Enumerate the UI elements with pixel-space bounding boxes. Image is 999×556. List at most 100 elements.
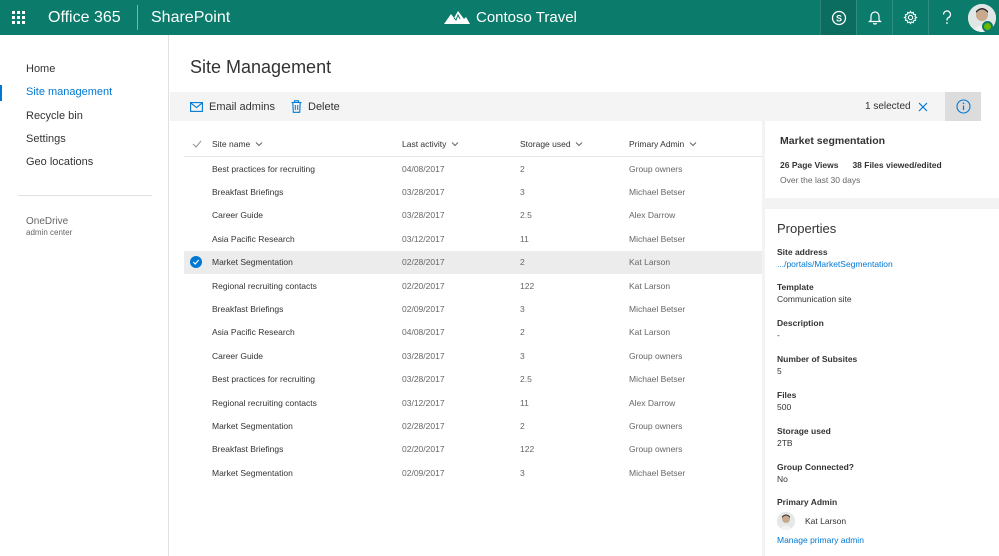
bell-icon — [867, 11, 882, 25]
storage-used-cell: 3 — [520, 186, 525, 197]
notifications-button[interactable] — [856, 0, 892, 35]
onedrive-admin-link[interactable]: OneDrive — [26, 216, 68, 227]
primary-admin-cell: Kat Larson — [629, 327, 671, 338]
nav-item-geo-locations[interactable]: Geo locations — [26, 156, 93, 168]
chevron-down-icon — [689, 142, 696, 147]
table-row[interactable]: Asia Pacific Research 04/08/2017 2 Kat Lars… — [184, 321, 762, 344]
storage-used-cell: 122 — [520, 444, 535, 455]
table-row[interactable]: Career Guide 03/28/2017 3 Group owners — [184, 345, 762, 368]
column-header-primary-admin[interactable]: Primary Admin — [629, 139, 697, 149]
site-name-cell[interactable]: Best practices for recruiting — [212, 374, 315, 384]
last-activity-cell: 04/08/2017 — [402, 163, 445, 174]
onedrive-admin-subtitle: admin center — [26, 228, 73, 237]
clear-selection-button[interactable] — [917, 100, 929, 112]
nav-item-site-management[interactable]: Site management — [26, 86, 112, 98]
primary-admin-cell: Alex Darrow — [629, 397, 676, 408]
column-header-storage-used[interactable]: Storage used — [520, 139, 583, 149]
site-brand[interactable]: Contoso Travel — [444, 0, 577, 35]
site-name-cell[interactable]: Market Segmentation — [212, 257, 293, 267]
table-row[interactable]: Asia Pacific Research 03/12/2017 11 Michael… — [184, 228, 762, 251]
property-label: Description — [777, 318, 824, 328]
row-selected-check-icon[interactable] — [190, 256, 202, 269]
site-name-cell[interactable]: Best practices for recruiting — [212, 164, 315, 174]
storage-used-cell: 2 — [520, 420, 525, 431]
property-label: Number of Subsites — [777, 354, 858, 364]
account-button[interactable] — [964, 0, 999, 35]
primary-admin-cell: Michael Betser — [629, 467, 686, 478]
primary-admin-cell: Alex Darrow — [629, 210, 676, 221]
table-row[interactable]: Regional recruiting contacts 02/20/2017 12… — [184, 275, 762, 298]
delete-button[interactable]: Delete — [291, 92, 340, 121]
last-activity-cell: 03/28/2017 — [402, 350, 445, 361]
property-value: 500 — [777, 402, 792, 412]
site-address-link[interactable]: .../portals/MarketSegmentation — [777, 259, 893, 269]
skype-button[interactable]: S — [820, 0, 856, 35]
email-admins-button[interactable]: Email admins — [190, 92, 275, 121]
column-header-last-activity[interactable]: Last activity — [402, 139, 459, 149]
svg-text:S: S — [835, 13, 841, 23]
primary-admin-cell: Group owners — [629, 350, 683, 361]
column-header-site-name[interactable]: Site name — [212, 139, 263, 149]
question-mark-icon — [942, 10, 951, 24]
table-row[interactable]: Regional recruiting contacts 03/12/2017 11… — [184, 392, 762, 415]
site-name-cell[interactable]: Career Guide — [212, 351, 263, 361]
storage-used-cell: 2 — [520, 327, 525, 338]
column-label: Primary Admin — [629, 139, 685, 149]
table-row[interactable]: Breakfast Briefings 03/28/2017 3 Michael Be… — [184, 181, 762, 204]
site-name-cell[interactable]: Regional recruiting contacts — [212, 281, 317, 291]
storage-used-cell: 11 — [520, 397, 529, 408]
site-name-cell[interactable]: Career Guide — [212, 210, 263, 220]
table-row[interactable]: Career Guide 03/28/2017 2.5 Alex Darrow — [184, 204, 762, 227]
site-name-cell[interactable]: Market Segmentation — [212, 468, 293, 478]
files-viewed-stat: 38 Files viewed/edited — [852, 160, 942, 170]
chevron-down-icon — [255, 142, 263, 147]
nav-item-settings[interactable]: Settings — [26, 133, 66, 145]
column-label: Last activity — [402, 139, 447, 149]
storage-used-cell: 2 — [520, 163, 525, 174]
gear-icon — [903, 10, 918, 25]
settings-button[interactable] — [892, 0, 928, 35]
close-icon — [918, 102, 928, 112]
last-activity-cell: 02/20/2017 — [402, 280, 445, 291]
site-name-cell[interactable]: Breakfast Briefings — [212, 187, 283, 197]
primary-admin-cell: Michael Betser — [629, 233, 686, 244]
storage-used-cell: 2 — [520, 257, 525, 268]
table-row[interactable]: Breakfast Briefings 02/20/2017 122 Group ow… — [184, 438, 762, 461]
sharepoint-app-name[interactable]: SharePoint — [151, 0, 230, 35]
table-row[interactable]: Market Segmentation 02/28/2017 2 Group owne… — [184, 415, 762, 438]
help-button[interactable] — [928, 0, 964, 35]
primary-admin-cell: Group owners — [629, 163, 683, 174]
site-name-cell[interactable]: Breakfast Briefings — [212, 304, 283, 314]
office-365-brand[interactable]: Office 365 — [48, 0, 121, 35]
details-site-title: Market segmentation — [780, 135, 886, 147]
stats-period: Over the last 30 days — [780, 175, 861, 185]
nav-item-recycle-bin[interactable]: Recycle bin — [26, 110, 83, 122]
site-name-cell[interactable]: Regional recruiting contacts — [212, 398, 317, 408]
table-row[interactable]: Breakfast Briefings 02/09/2017 3 Michael Be… — [184, 298, 762, 321]
table-row[interactable]: Best practices for recruiting 04/08/2017 2… — [184, 158, 762, 181]
chevron-down-icon — [575, 142, 583, 147]
table-row[interactable]: Market Segmentation 02/28/2017 2 Kat Larson — [184, 251, 762, 275]
app-launcher-button[interactable] — [0, 0, 36, 35]
site-name-cell[interactable]: Asia Pacific Research — [212, 327, 295, 337]
nav-divider — [18, 195, 152, 196]
primary-admin-cell: Group owners — [629, 420, 683, 431]
property-label: Group Connected? — [777, 462, 854, 472]
storage-used-cell: 2.5 — [520, 210, 532, 221]
table-row[interactable]: Best practices for recruiting 03/28/2017 2… — [184, 368, 762, 391]
site-name-cell[interactable]: Breakfast Briefings — [212, 444, 283, 454]
primary-admin-cell: Group owners — [629, 444, 683, 455]
email-admins-label: Email admins — [209, 100, 276, 113]
manage-primary-admin-link[interactable]: Manage primary admin — [777, 535, 864, 545]
table-row[interactable]: Market Segmentation 02/09/2017 3 Michael Be… — [184, 462, 762, 485]
info-pane-button[interactable] — [945, 92, 981, 121]
nav-item-home[interactable]: Home — [26, 63, 55, 75]
site-name-cell[interactable]: Asia Pacific Research — [212, 234, 295, 244]
properties-heading: Properties — [777, 221, 837, 236]
site-name-cell[interactable]: Market Segmentation — [212, 421, 293, 431]
suite-actions: S — [820, 0, 999, 35]
page-views-stat: 26 Page Views — [780, 160, 839, 170]
last-activity-cell: 03/12/2017 — [402, 233, 445, 244]
select-all-checkbox-icon[interactable] — [192, 139, 202, 149]
delete-label: Delete — [308, 100, 340, 113]
